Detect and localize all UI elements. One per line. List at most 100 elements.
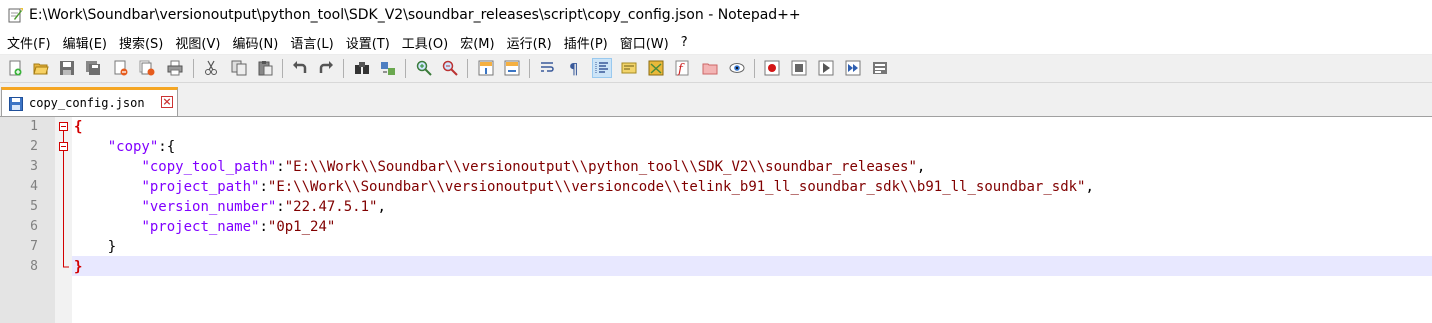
- close-all-icon[interactable]: [137, 58, 157, 78]
- window-title: E:\Work\Soundbar\versionoutput\python_to…: [29, 7, 801, 23]
- paste-icon[interactable]: [255, 58, 275, 78]
- save-macro-icon[interactable]: [870, 58, 890, 78]
- undo-icon[interactable]: [290, 58, 310, 78]
- menu-window[interactable]: 窗口(W): [613, 33, 674, 52]
- doc-map-icon[interactable]: [646, 58, 666, 78]
- menu-search[interactable]: 搜索(S): [112, 33, 168, 52]
- open-brace: {: [74, 119, 83, 135]
- json-string: "0p1_24": [267, 219, 336, 235]
- toolbar-separator: [529, 59, 530, 78]
- menu-bar: 文件(F) 编辑(E) 搜索(S) 视图(V) 编码(N) 语言(L) 设置(T…: [0, 31, 1432, 53]
- function-list-icon[interactable]: f: [672, 58, 692, 78]
- code-line-2: "copy":{: [74, 137, 175, 157]
- new-file-icon[interactable]: [5, 58, 25, 78]
- toolbar-separator: [405, 59, 406, 78]
- tab-copy-config[interactable]: copy_config.json ×: [1, 87, 178, 116]
- json-string: "22.47.5.1": [284, 199, 378, 215]
- menu-edit[interactable]: 编辑(E): [56, 33, 112, 52]
- print-icon[interactable]: [165, 58, 185, 78]
- toolbar-separator: [754, 59, 755, 78]
- tab-label: copy_config.json: [29, 96, 145, 110]
- menu-macro[interactable]: 宏(M): [453, 33, 499, 52]
- redo-icon[interactable]: [316, 58, 336, 78]
- find-icon[interactable]: [352, 58, 372, 78]
- menu-run[interactable]: 运行(R): [500, 33, 557, 52]
- toolbar-separator: [193, 59, 194, 78]
- close-brace: }: [74, 259, 83, 275]
- toolbar-separator: [467, 59, 468, 78]
- line-number-gutter: 1 2 3 4 5 6 7 8: [0, 117, 55, 323]
- json-string: "E:\\Work\\Soundbar\\versionoutput\\vers…: [267, 179, 1086, 195]
- json-key: "copy_tool_path": [141, 159, 277, 175]
- menu-help[interactable]: ?: [674, 35, 693, 50]
- editor[interactable]: 1 2 3 4 5 6 7 8 { "copy":{ "copy_tool_pa…: [0, 117, 1432, 323]
- line-number: 5: [30, 199, 38, 214]
- json-punct: ,: [916, 159, 926, 175]
- fold-toggle-icon[interactable]: [59, 122, 68, 131]
- code-line-1: {: [74, 117, 82, 137]
- json-punct: :: [276, 159, 285, 175]
- zoom-out-icon[interactable]: [440, 58, 460, 78]
- stop-record-icon[interactable]: [789, 58, 809, 78]
- copy-icon[interactable]: [229, 58, 249, 78]
- play-macro-icon[interactable]: [816, 58, 836, 78]
- menu-language[interactable]: 语言(L): [283, 33, 338, 52]
- line-number: 8: [30, 259, 38, 274]
- close-brace: }: [107, 239, 117, 255]
- menu-encoding[interactable]: 编码(N): [225, 33, 283, 52]
- json-key: "project_path": [141, 179, 260, 195]
- notepadpp-app-icon[interactable]: [7, 7, 23, 23]
- code-line-7: }: [74, 237, 116, 257]
- word-wrap-icon[interactable]: [538, 58, 558, 78]
- code-line-3: "copy_tool_path":"E:\\Work\\Soundbar\\ve…: [74, 157, 925, 177]
- menu-settings[interactable]: 设置(T): [339, 33, 395, 52]
- toolbar-separator: [343, 59, 344, 78]
- save-all-icon[interactable]: [83, 58, 103, 78]
- indent-guide-icon[interactable]: [592, 58, 612, 78]
- title-bar: E:\Work\Soundbar\versionoutput\python_to…: [0, 0, 1432, 30]
- sync-vertical-icon[interactable]: [476, 58, 496, 78]
- tab-close-icon[interactable]: ×: [161, 96, 173, 108]
- run-macro-multiple-icon[interactable]: [843, 58, 863, 78]
- menu-file[interactable]: 文件(F): [0, 33, 56, 52]
- fold-toggle-icon[interactable]: [59, 142, 68, 151]
- saved-file-icon: [9, 96, 23, 111]
- json-key: "project_name": [141, 219, 260, 235]
- zoom-in-icon[interactable]: [414, 58, 434, 78]
- folder-workspace-icon[interactable]: [700, 58, 720, 78]
- menu-plugins[interactable]: 插件(P): [557, 33, 613, 52]
- toolbar-separator: [282, 59, 283, 78]
- udl-icon[interactable]: [619, 58, 639, 78]
- line-number: 4: [30, 179, 38, 194]
- code-line-6: "project_name":"0p1_24": [74, 217, 335, 237]
- code-line-4: "project_path":"E:\\Work\\Soundbar\\vers…: [74, 177, 1093, 197]
- open-file-icon[interactable]: [31, 58, 51, 78]
- line-number: 3: [30, 159, 38, 174]
- line-number: 6: [30, 219, 38, 234]
- svg-text:¶: ¶: [569, 60, 579, 76]
- current-line-highlight: [72, 256, 1432, 276]
- sync-horizontal-icon[interactable]: [502, 58, 522, 78]
- record-macro-icon[interactable]: [762, 58, 782, 78]
- close-icon[interactable]: [111, 58, 131, 78]
- line-number: 2: [30, 139, 38, 154]
- menu-view[interactable]: 视图(V): [168, 33, 225, 52]
- json-punct: :: [259, 219, 268, 235]
- line-number: 7: [30, 239, 38, 254]
- tab-bar: copy_config.json ×: [0, 83, 1432, 117]
- monitoring-icon[interactable]: [727, 58, 747, 78]
- json-punct: :: [259, 179, 268, 195]
- show-all-chars-icon[interactable]: ¶: [564, 58, 584, 78]
- json-punct: :{: [158, 139, 176, 155]
- save-icon[interactable]: [57, 58, 77, 78]
- code-line-5: "version_number":"22.47.5.1",: [74, 197, 386, 217]
- json-string: "E:\\Work\\Soundbar\\versionoutput\\pyth…: [284, 159, 917, 175]
- menu-tools[interactable]: 工具(O): [395, 33, 453, 52]
- replace-icon[interactable]: [378, 58, 398, 78]
- json-punct: :: [276, 199, 285, 215]
- json-key: "copy": [107, 139, 159, 155]
- cut-icon[interactable]: [201, 58, 221, 78]
- line-number: 1: [30, 119, 38, 134]
- json-punct: ,: [377, 199, 386, 215]
- toolbar: ¶ f: [0, 54, 1432, 83]
